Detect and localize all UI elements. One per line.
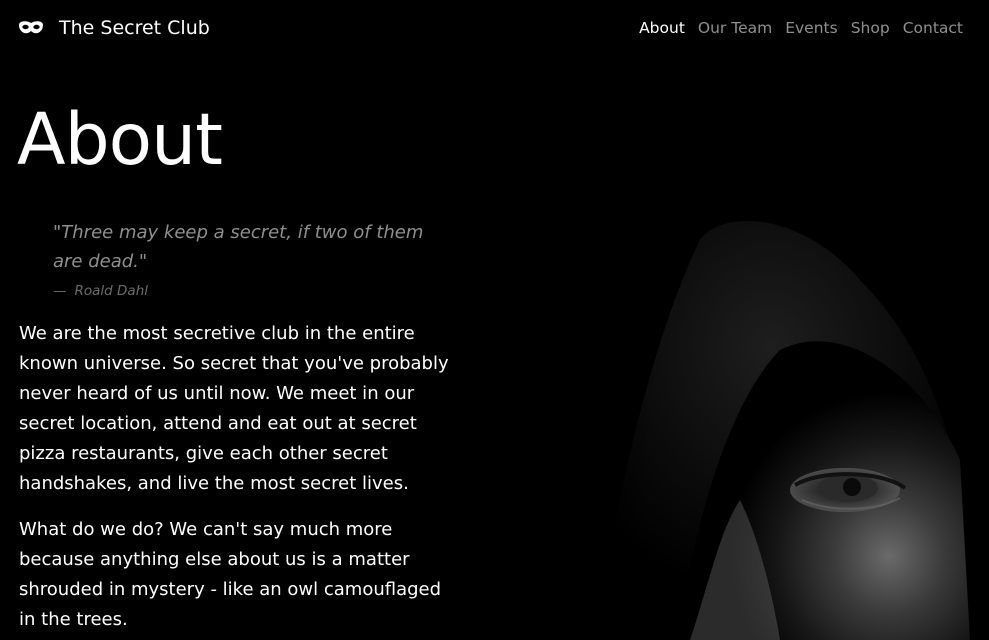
nav-links: About Our Team Events Shop Contact: [639, 17, 963, 39]
about-paragraph-2: What do we do? We can't say much more be…: [19, 519, 442, 630]
quote-block: "Three may keep a secret, if two of them…: [53, 218, 453, 300]
brand-link[interactable]: The Secret Club: [18, 14, 210, 42]
nav-item-contact[interactable]: Contact: [903, 17, 963, 39]
quote-text: "Three may keep a secret, if two of them…: [53, 222, 424, 272]
quote-author: Roald Dahl: [74, 283, 149, 299]
brand-name: The Secret Club: [59, 17, 210, 39]
hooded-face-image: [540, 200, 989, 640]
page-title: About: [17, 98, 223, 181]
nav-item-events[interactable]: Events: [785, 17, 837, 39]
about-paragraph-1: We are the most secretive club in the en…: [19, 323, 449, 494]
quote-attribution: — Roald Dahl: [53, 282, 453, 300]
mask-icon: [19, 21, 43, 34]
nav-item-shop[interactable]: Shop: [851, 17, 890, 39]
quote-dash: —: [53, 283, 67, 299]
hero-image: [540, 200, 989, 640]
nav-item-our-team[interactable]: Our Team: [698, 17, 772, 39]
navbar: The Secret Club About Our Team Events Sh…: [0, 0, 989, 58]
nav-item-about[interactable]: About: [639, 17, 685, 39]
